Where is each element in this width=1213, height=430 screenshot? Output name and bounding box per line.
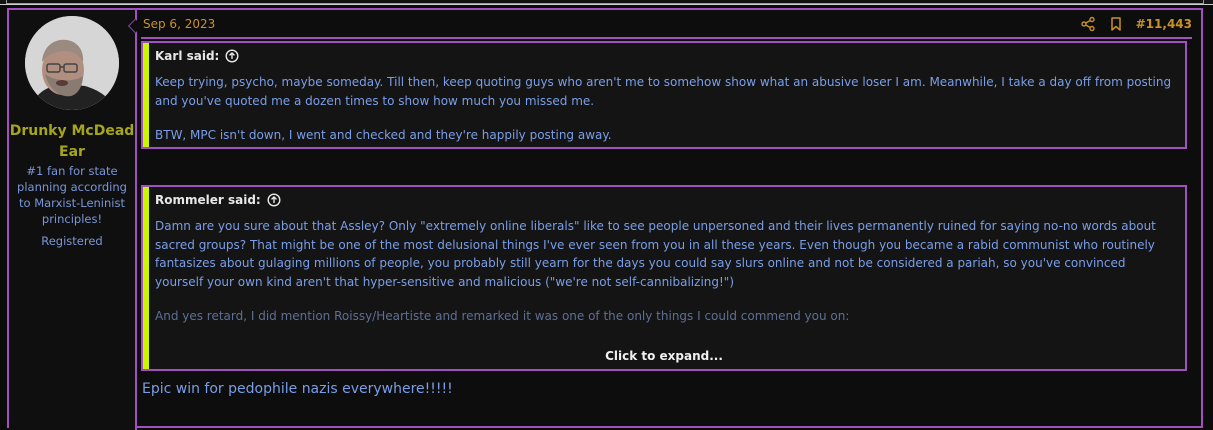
arrow-up-circle-icon[interactable] <box>225 49 239 63</box>
username[interactable]: Drunky McDead Ear <box>9 121 135 163</box>
previous-post-edge <box>0 0 1213 5</box>
quote-attribution[interactable]: Karl said: <box>155 49 239 63</box>
post-header: Sep 6, 2023 #11,443 <box>141 10 1192 39</box>
post-date[interactable]: Sep 6, 2023 <box>143 17 215 31</box>
quote-paragraph: BTW, MPC isn't down, I went and checked … <box>155 128 612 142</box>
user-banner: Registered <box>41 234 103 248</box>
quote-body: Keep trying, psycho, maybe someday. Till… <box>155 73 1177 145</box>
share-icon[interactable] <box>1080 16 1096 32</box>
arrow-up-circle-icon[interactable] <box>267 193 281 207</box>
post-actions: #11,443 <box>1080 14 1192 34</box>
bookmark-icon[interactable] <box>1108 16 1124 32</box>
quote-paragraph: Damn are you sure about that Assley? Onl… <box>155 219 1156 289</box>
quote-block: Rommeler said: Damn are you sure about t… <box>141 185 1187 371</box>
user-sidebar: Drunky McDead Ear #1 fan for state plann… <box>9 10 137 430</box>
quote-accent-bar <box>143 43 149 147</box>
expand-button[interactable]: Click to expand... <box>143 349 1185 363</box>
quote-author[interactable]: Karl said: <box>155 49 219 63</box>
post-message: Epic win for pedophile nazis everywhere!… <box>142 381 453 397</box>
forum-post: Drunky McDead Ear #1 fan for state plann… <box>7 8 1203 430</box>
quote-block: Karl said: Keep trying, psycho, maybe so… <box>141 41 1187 149</box>
post-number[interactable]: #11,443 <box>1136 17 1192 31</box>
quote-attribution[interactable]: Rommeler said: <box>155 193 281 207</box>
page: Drunky McDead Ear #1 fan for state plann… <box>0 0 1213 430</box>
quote-accent-bar <box>143 187 149 369</box>
quote-paragraph: And yes retard, I did mention Roissy/Hea… <box>155 309 850 323</box>
user-title: #1 fan for state planning according to M… <box>17 164 127 226</box>
quote-body: Damn are you sure about that Assley? Onl… <box>155 217 1177 326</box>
quote-paragraph: Keep trying, psycho, maybe someday. Till… <box>155 75 1172 108</box>
quote-author[interactable]: Rommeler said: <box>155 193 261 207</box>
avatar[interactable] <box>25 16 119 110</box>
